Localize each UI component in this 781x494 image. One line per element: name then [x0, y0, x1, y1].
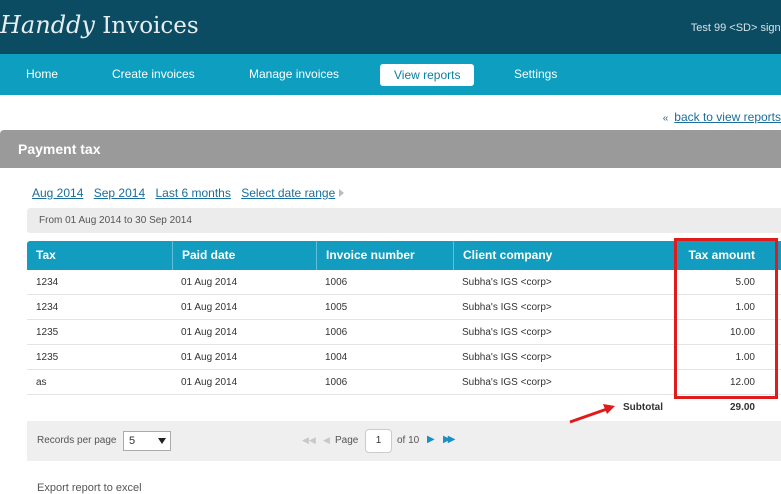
dropdown-arrow-icon — [158, 438, 166, 444]
cell-invoice-number: 1006 — [325, 377, 348, 388]
cell-invoice-number: 1005 — [325, 302, 348, 313]
logo-script: Handdy — [0, 11, 95, 39]
cell-tax: 1235 — [36, 352, 59, 363]
date-range-text: From 01 Aug 2014 to 30 Sep 2014 — [39, 215, 192, 226]
payment-tax-table: Tax Paid date Invoice number Client comp… — [27, 241, 781, 420]
logo[interactable]: Handdy Invoices — [0, 11, 199, 39]
cell-client-company: Subha's IGS <corp> — [462, 327, 552, 338]
range-last-6-months[interactable]: Last 6 months — [155, 186, 230, 200]
nav-settings[interactable]: Settings — [514, 54, 557, 95]
caret-right-icon — [339, 189, 345, 197]
page-label: Page — [335, 435, 359, 446]
pagination-bar: Records per page 5 ◀◀ ◀ Page 1 of 10 ▶ ▶… — [27, 421, 781, 461]
cell-paid-date: 01 Aug 2014 — [181, 277, 238, 288]
cell-paid-date: 01 Aug 2014 — [181, 327, 238, 338]
export-excel-link[interactable]: Export report to excel — [37, 482, 142, 494]
cell-client-company: Subha's IGS <corp> — [462, 277, 552, 288]
subtotal-label: Subtotal — [623, 402, 663, 413]
annotation-arrow — [569, 404, 615, 424]
cell-tax: 1234 — [36, 277, 59, 288]
logo-text: Invoices — [94, 13, 199, 39]
panel-header: Payment tax — [0, 130, 781, 168]
col-client-company[interactable]: Client company — [453, 241, 674, 270]
col-tax[interactable]: Tax — [27, 241, 172, 270]
range-aug-2014[interactable]: Aug 2014 — [32, 186, 83, 200]
nav-manage-invoices[interactable]: Manage invoices — [249, 54, 339, 95]
cell-paid-date: 01 Aug 2014 — [181, 352, 238, 363]
prev-page-icon[interactable]: ◀ — [323, 435, 330, 446]
table-row: as 01 Aug 2014 1006 Subha's IGS <corp> 1… — [27, 370, 781, 395]
back-link-label: back to view reports — [674, 110, 781, 124]
table-header: Tax Paid date Invoice number Client comp… — [27, 241, 781, 270]
nav-view-reports[interactable]: View reports — [380, 64, 475, 86]
records-per-page-value: 5 — [129, 435, 136, 447]
next-page-icon[interactable]: ▶ — [427, 434, 435, 445]
user-info[interactable]: Test 99 <SD> sign out — [691, 22, 781, 34]
cell-client-company: Subha's IGS <corp> — [462, 352, 552, 363]
cell-tax: 1234 — [36, 302, 59, 313]
cell-client-company: Subha's IGS <corp> — [462, 302, 552, 313]
records-per-page-label: Records per page — [37, 435, 117, 446]
table-row: 1235 01 Aug 2014 1004 Subha's IGS <corp>… — [27, 345, 781, 370]
table-row: 1234 01 Aug 2014 1005 Subha's IGS <corp>… — [27, 295, 781, 320]
table-row: 1235 01 Aug 2014 1006 Subha's IGS <corp>… — [27, 320, 781, 345]
cell-invoice-number: 1004 — [325, 352, 348, 363]
col-invoice-number[interactable]: Invoice number — [316, 241, 453, 270]
nav-create-invoices[interactable]: Create invoices — [112, 54, 195, 95]
date-range-bar: From 01 Aug 2014 to 30 Sep 2014 — [27, 208, 781, 233]
cell-tax: 1235 — [36, 327, 59, 338]
date-range-links: Aug 2014 Sep 2014 Last 6 months Select d… — [32, 186, 345, 200]
col-paid-date[interactable]: Paid date — [172, 241, 316, 270]
page-count: of 10 — [397, 435, 420, 446]
cell-invoice-number: 1006 — [325, 327, 348, 338]
cell-tax: as — [36, 377, 47, 388]
subtotal-row: Subtotal 29.00 — [27, 395, 781, 420]
back-to-reports-link[interactable]: « back to view reports — [663, 110, 781, 124]
nav-home[interactable]: Home — [26, 54, 58, 95]
records-per-page-select[interactable]: 5 — [123, 431, 171, 451]
cell-paid-date: 01 Aug 2014 — [181, 302, 238, 313]
range-select-date[interactable]: Select date range — [241, 186, 335, 200]
page-input[interactable]: 1 — [365, 429, 392, 453]
main-nav: Home Create invoices Manage invoices Vie… — [0, 54, 781, 95]
table-row: 1234 01 Aug 2014 1006 Subha's IGS <corp>… — [27, 270, 781, 295]
double-chevron-left-icon: « — [662, 113, 669, 124]
first-page-icon[interactable]: ◀◀ — [302, 435, 316, 446]
cell-client-company: Subha's IGS <corp> — [462, 377, 552, 388]
cell-paid-date: 01 Aug 2014 — [181, 377, 238, 388]
top-bar: Handdy Invoices Test 99 <SD> sign out — [0, 0, 781, 54]
highlight-box — [674, 238, 778, 399]
last-page-icon[interactable]: ▶▶ — [443, 434, 456, 445]
cell-invoice-number: 1006 — [325, 277, 348, 288]
range-sep-2014[interactable]: Sep 2014 — [94, 186, 145, 200]
page-title: Payment tax — [18, 141, 101, 157]
